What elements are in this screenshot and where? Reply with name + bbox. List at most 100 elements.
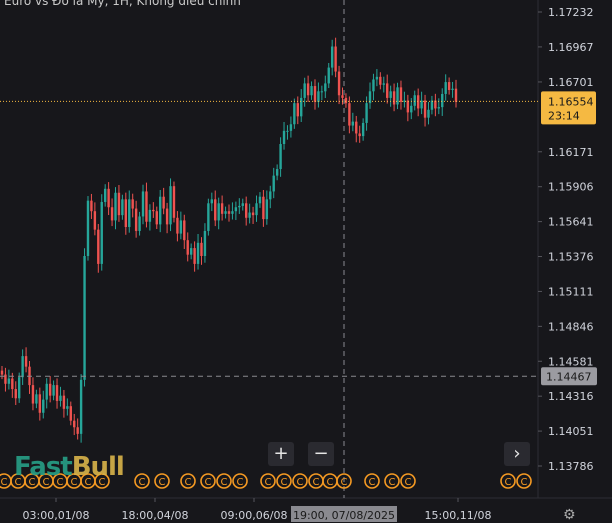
economic-event-marker: C	[232, 473, 248, 489]
y-tick-label: 1.17232	[548, 6, 594, 19]
candle	[83, 248, 86, 387]
candle	[379, 72, 382, 90]
candle	[224, 206, 227, 219]
candle	[169, 178, 172, 232]
candle	[382, 76, 385, 93]
economic-event-marker: C	[364, 473, 380, 489]
candle	[38, 387, 42, 421]
candle	[107, 182, 110, 216]
candle	[375, 69, 379, 87]
candle	[179, 211, 183, 240]
candle	[210, 192, 214, 212]
settings-gear-icon[interactable]: ⚙	[563, 507, 576, 523]
candle	[420, 91, 423, 115]
candle	[214, 190, 217, 227]
candle	[427, 101, 430, 125]
candle	[337, 65, 341, 105]
economic-event-marker: C	[200, 473, 216, 489]
candles	[0, 37, 458, 443]
candle	[386, 74, 389, 104]
svg-text:C: C	[505, 477, 512, 488]
economic-event-marker: C	[216, 473, 232, 489]
candle	[97, 223, 100, 273]
svg-text:C: C	[405, 477, 412, 488]
countdown-value: 23:14	[548, 109, 580, 122]
svg-text:C: C	[205, 477, 212, 488]
y-tick-label: 1.14581	[548, 355, 594, 368]
candle	[289, 116, 293, 138]
svg-text:C: C	[341, 477, 348, 488]
candle	[272, 167, 275, 199]
candle	[159, 189, 162, 233]
candle	[145, 182, 148, 228]
candle	[430, 95, 434, 115]
economic-event-marker: C	[180, 473, 196, 489]
candle	[358, 125, 361, 143]
candle	[227, 204, 231, 222]
economic-event-marker: C	[154, 473, 170, 489]
svg-text:C: C	[389, 477, 396, 488]
candle	[17, 372, 21, 403]
candle	[114, 187, 117, 230]
zoom-out-button[interactable]: −	[308, 442, 334, 466]
candle	[423, 94, 427, 127]
candle	[7, 369, 11, 390]
candle	[454, 79, 458, 108]
candle	[251, 206, 255, 224]
y-tick-label: 1.16171	[548, 146, 594, 159]
candle	[196, 233, 200, 270]
svg-text:C: C	[237, 477, 244, 488]
candle	[293, 98, 296, 129]
candle	[220, 195, 224, 221]
candle	[262, 189, 265, 227]
candle	[62, 389, 66, 418]
candle	[42, 390, 45, 419]
y-tick-label: 1.15376	[548, 251, 594, 264]
candle	[86, 196, 90, 261]
svg-text:C: C	[185, 477, 192, 488]
candle	[134, 200, 138, 238]
candle	[148, 204, 152, 231]
candle	[189, 243, 193, 260]
candle	[24, 347, 28, 373]
zoom-in-button[interactable]: +	[268, 442, 294, 466]
candle	[434, 93, 437, 117]
y-tick-label: 1.14316	[548, 390, 594, 403]
economic-event-marker: C	[134, 473, 150, 489]
candle	[128, 190, 131, 233]
economic-event-marker: C	[292, 473, 308, 489]
candle	[176, 211, 179, 242]
candle	[392, 83, 396, 112]
candle	[355, 115, 358, 143]
candle	[48, 376, 52, 403]
economic-event-marker: C	[260, 473, 276, 489]
candle	[90, 193, 93, 219]
candle	[76, 418, 79, 440]
candle	[200, 237, 203, 265]
candle	[207, 198, 210, 236]
svg-text:C: C	[159, 477, 166, 488]
candle	[258, 192, 262, 208]
candle	[441, 88, 444, 116]
candle	[437, 98, 441, 115]
candle	[396, 82, 399, 110]
candle	[35, 389, 38, 409]
economic-event-marker: C	[516, 473, 532, 489]
candle	[317, 82, 320, 108]
svg-text:C: C	[265, 477, 272, 488]
candle	[183, 214, 186, 250]
candle	[279, 137, 282, 177]
scroll-right-button[interactable]: ›	[504, 442, 530, 466]
y-tick-label: 1.15111	[548, 285, 594, 298]
candle	[234, 201, 238, 221]
economic-event-marker: C	[308, 473, 324, 489]
candle	[344, 93, 348, 108]
candle	[447, 77, 451, 95]
candle	[416, 88, 420, 117]
candle	[275, 164, 279, 181]
candle	[310, 81, 313, 100]
candle	[14, 381, 17, 406]
y-tick-label: 1.13786	[548, 460, 594, 473]
candle	[52, 380, 55, 401]
candle	[186, 232, 189, 262]
